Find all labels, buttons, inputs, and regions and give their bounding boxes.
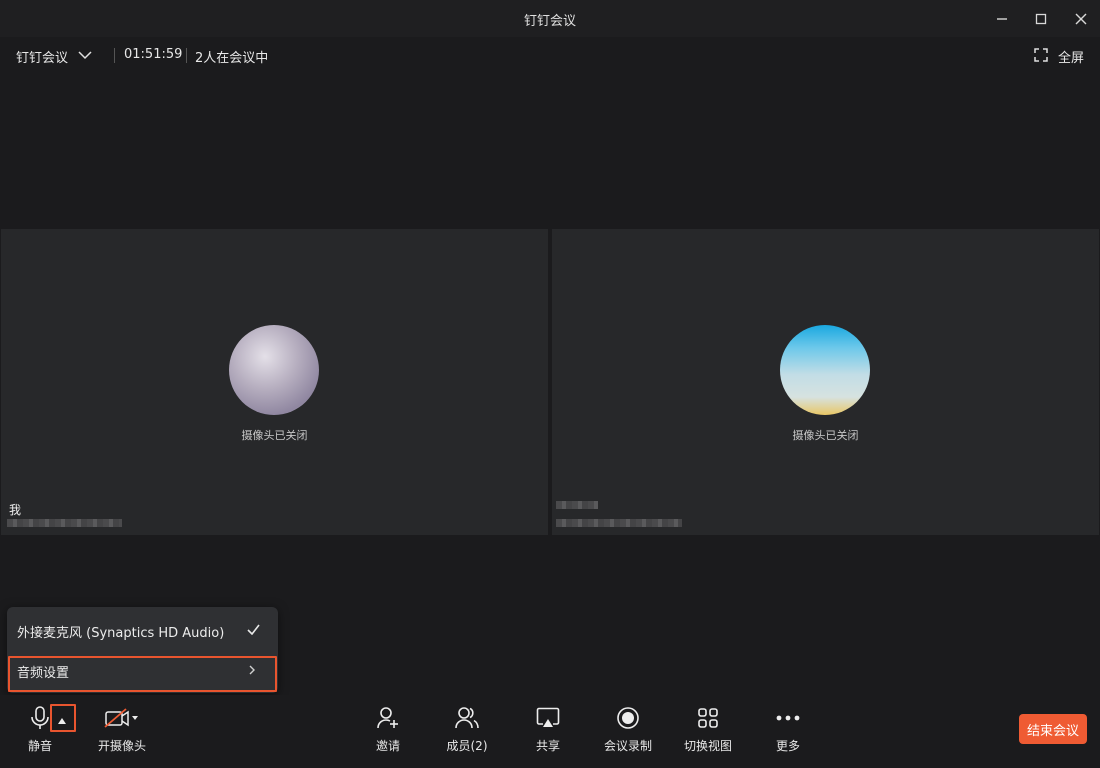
camera-button[interactable]: 开摄像头: [82, 705, 162, 754]
meeting-info-bar: 钉钉会议 01:51:59 2人在会议中 全屏: [0, 37, 1100, 75]
invite-label: 邀请: [375, 739, 400, 753]
participant-name: 我: [9, 503, 22, 517]
members-button[interactable]: 成员(2): [427, 705, 507, 754]
record-button[interactable]: 会议录制: [588, 705, 668, 754]
audio-settings-option[interactable]: 音频设置: [7, 659, 278, 683]
share-button[interactable]: 共享: [508, 705, 588, 754]
fullscreen-icon: [1034, 47, 1048, 66]
divider: [114, 48, 115, 63]
camera-off-status: 摄像头已关闭: [792, 429, 859, 442]
mute-label: 静音: [27, 739, 52, 753]
invite-button[interactable]: 邀请: [348, 705, 428, 754]
microphone-options-button[interactable]: [50, 705, 74, 731]
device-name: 外接麦克风 (Synaptics HD Audio): [17, 625, 225, 641]
record-icon: [615, 705, 641, 731]
grid-view-icon: [695, 705, 721, 731]
chevron-right-icon: [248, 664, 256, 679]
fullscreen-label: 全屏: [1057, 51, 1084, 66]
meeting-duration: 01:51:59: [124, 47, 183, 62]
check-icon: [247, 624, 260, 639]
more-button[interactable]: 更多: [748, 705, 828, 754]
more-icon: [775, 705, 801, 731]
title-bar: 钉钉会议: [0, 0, 1100, 37]
video-tile-self[interactable]: 摄像头已关闭 我: [1, 229, 548, 535]
camera-off-icon: [102, 705, 142, 731]
microphone-device-option[interactable]: 外接麦克风 (Synaptics HD Audio): [7, 619, 278, 643]
switch-view-label: 切换视图: [683, 739, 732, 753]
fullscreen-button[interactable]: 全屏: [1034, 47, 1084, 66]
window-title: 钉钉会议: [523, 14, 576, 29]
record-label: 会议录制: [603, 739, 652, 753]
end-meeting-button[interactable]: 结束会议: [1019, 714, 1087, 744]
members-icon: [454, 705, 480, 731]
meeting-name-dropdown[interactable]: 钉钉会议: [16, 47, 92, 66]
blurred-text: [7, 519, 122, 527]
avatar: [780, 325, 870, 415]
maximize-icon[interactable]: [1030, 8, 1052, 30]
minimize-icon[interactable]: [991, 8, 1013, 30]
blurred-text: [556, 519, 682, 527]
meeting-name: 钉钉会议: [16, 51, 69, 66]
audio-settings-label: 音频设置: [17, 665, 70, 681]
close-icon[interactable]: [1070, 8, 1092, 30]
camera-label: 开摄像头: [97, 739, 146, 753]
microphone-menu: 外接麦克风 (Synaptics HD Audio) 音频设置: [7, 607, 278, 693]
chevron-down-icon: [78, 49, 92, 64]
blurred-name: [556, 501, 598, 509]
share-screen-icon: [535, 705, 561, 731]
members-label: 成员(2): [446, 739, 488, 753]
more-label: 更多: [775, 739, 800, 753]
participant-count: 2人在会议中: [195, 51, 269, 66]
video-tile-remote[interactable]: 摄像头已关闭: [552, 229, 1099, 535]
switch-view-button[interactable]: 切换视图: [668, 705, 748, 754]
caret-up-icon: [58, 709, 66, 728]
add-user-icon: [375, 705, 401, 731]
share-label: 共享: [535, 739, 560, 753]
avatar: [229, 325, 319, 415]
divider: [186, 48, 187, 63]
meeting-toolbar: 静音 开摄像头 邀请 成员(2) 共享 会议录制 切换视图 更多 结束会议: [0, 695, 1100, 768]
camera-off-status: 摄像头已关闭: [241, 429, 308, 442]
